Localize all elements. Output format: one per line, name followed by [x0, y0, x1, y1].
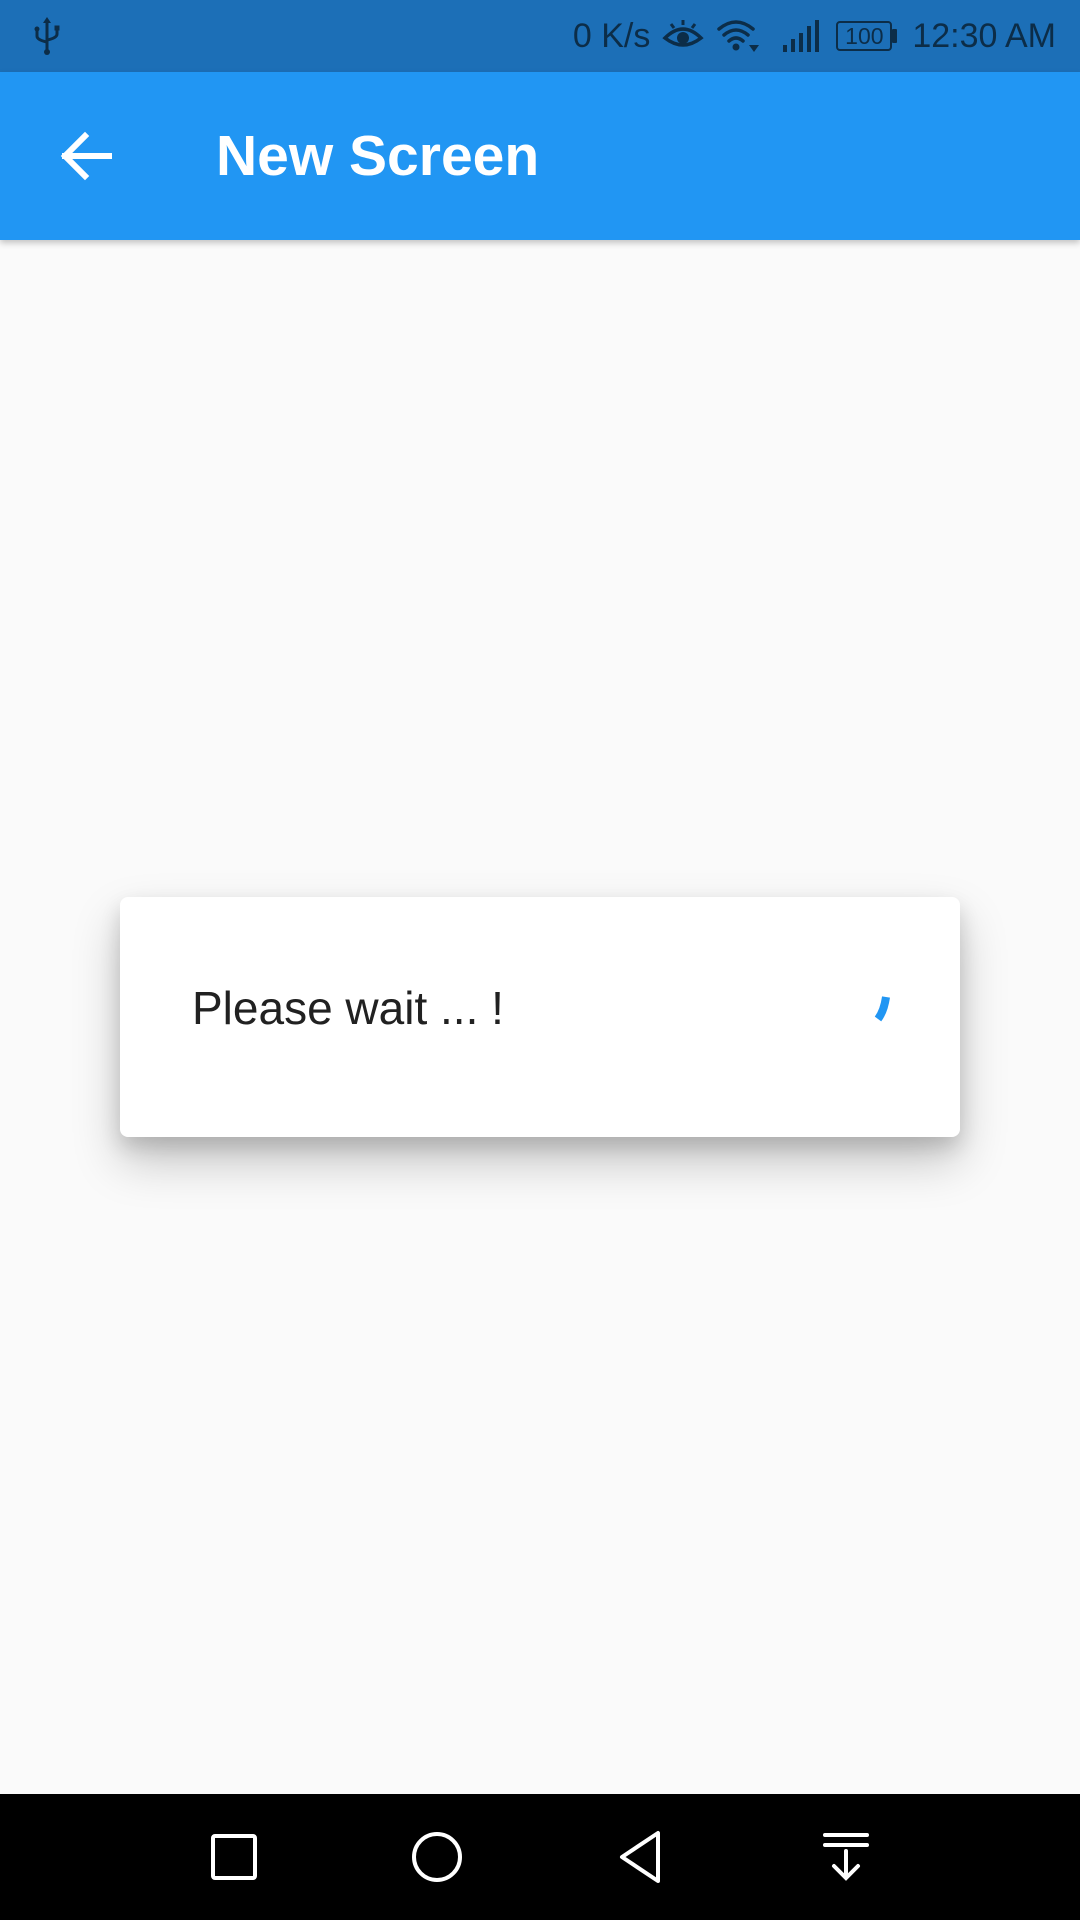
battery-icon: 100 — [836, 21, 898, 51]
recent-apps-icon — [211, 1834, 257, 1880]
eye-comfort-icon — [662, 20, 704, 47]
loading-spinner-icon — [874, 996, 890, 1022]
home-button[interactable] — [397, 1817, 477, 1897]
wifi-icon — [717, 20, 760, 52]
navigation-bar — [0, 1794, 1080, 1920]
battery-level: 100 — [845, 23, 884, 49]
page-title: New Screen — [216, 124, 540, 188]
dialog-message: Please wait ... ! — [192, 982, 504, 1034]
app-bar: New Screen — [0, 72, 1080, 240]
network-speed: 0 K/s — [572, 16, 651, 55]
clock: 12:30 AM — [912, 16, 1056, 55]
status-bar: 0 K/s 100 12:30 AM — [0, 0, 1080, 72]
back-button[interactable] — [42, 112, 130, 200]
notification-pull-down-icon — [823, 1833, 869, 1881]
home-icon — [412, 1832, 462, 1882]
notification-pull-down-button[interactable] — [806, 1817, 886, 1897]
recent-apps-button[interactable] — [194, 1817, 274, 1897]
back-icon — [620, 1831, 660, 1883]
arrow-back-icon — [60, 131, 112, 181]
progress-dialog: Please wait ... ! — [120, 897, 960, 1137]
usb-icon — [34, 17, 60, 55]
system-back-button[interactable] — [601, 1817, 681, 1897]
signal-icon — [783, 20, 820, 52]
